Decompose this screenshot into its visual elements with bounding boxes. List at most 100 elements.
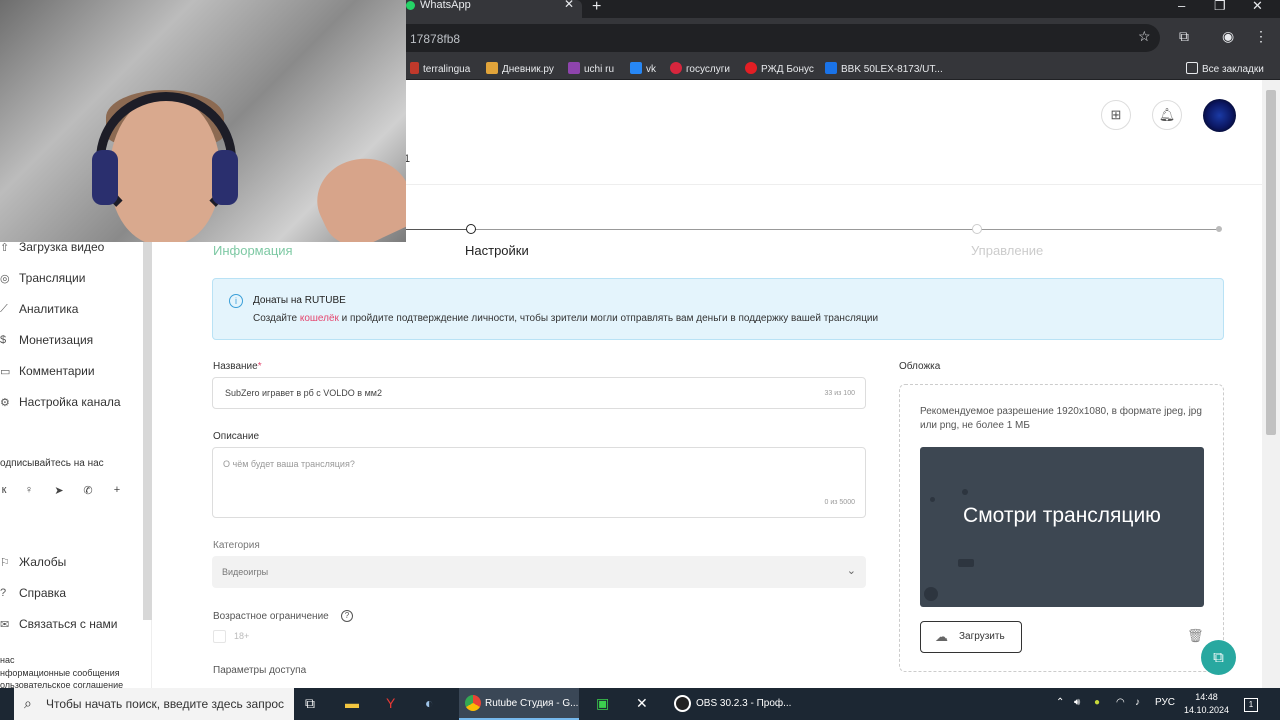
taskbar-app-chrome[interactable]: Rutube Студия - G... (459, 688, 579, 720)
page-scrollbar[interactable] (1262, 80, 1280, 688)
help-circle-icon[interactable]: ? (341, 610, 353, 622)
upload-cover-button[interactable]: ☁ Загрузить (920, 621, 1022, 653)
sidebar-item-monetization[interactable]: Монетизация (19, 333, 93, 347)
access-label: Параметры доступа (213, 665, 307, 676)
sidebar-item-analytics[interactable]: Аналитика (19, 302, 78, 316)
bookmark-item[interactable]: uchi ru (568, 62, 614, 75)
tab-whatsapp[interactable]: WhatsApp ✕ (400, 0, 582, 18)
obs-icon (674, 695, 691, 712)
close-tab-icon[interactable]: ✕ (564, 0, 574, 10)
settings-icon: ⚙ (0, 397, 10, 409)
cloud-upload-icon: ☁ (935, 629, 948, 644)
chat-icon: ⧉ (1213, 649, 1224, 666)
new-tab-button[interactable]: + (592, 0, 601, 16)
tray-app-icon[interactable]: ● (1094, 697, 1100, 708)
sidebar-item-upload[interactable]: Загрузка видео (19, 240, 104, 254)
broadcast-icon: ◎ (0, 273, 10, 285)
notifications-button[interactable]: 🔔︎ (1152, 100, 1182, 130)
close-window-icon[interactable]: ✕ (1252, 0, 1263, 14)
sidebar-scrollbar[interactable] (143, 185, 152, 620)
ok-social-icon[interactable]: ♀ (21, 484, 37, 500)
contact-icon: ✉ (0, 619, 10, 631)
meet-icon[interactable]: ▣ (596, 688, 609, 720)
name-input[interactable]: SubZero игравет в рб с VOLDO в мм2 33 из… (212, 377, 866, 409)
bookmark-item[interactable]: BBK 50LEX-8173/UT... (825, 62, 943, 75)
category-label: Категория (213, 540, 260, 551)
bookmark-star-icon[interactable]: ☆ (1138, 28, 1151, 45)
tab-title: WhatsApp (420, 0, 471, 11)
step-information[interactable]: Информация (213, 243, 293, 258)
all-bookmarks[interactable]: Все закладки (1186, 62, 1264, 75)
bookmark-item[interactable]: РЖД Бонус (745, 62, 814, 75)
taskbar-app-obs[interactable]: OBS 30.2.3 - Проф... (668, 688, 791, 720)
file-explorer-icon[interactable]: ▬ (345, 688, 359, 720)
bookmark-item[interactable]: Дневник.ру (486, 62, 554, 75)
age-18-label: 18+ (234, 631, 250, 641)
wifi-icon[interactable]: ◠ (1116, 697, 1125, 708)
search-icon: ⌕ (24, 695, 32, 711)
restore-icon[interactable]: ❐ (1214, 0, 1226, 14)
sidebar-item-help[interactable]: Справка (19, 586, 66, 600)
vk-social-icon[interactable]: к (0, 484, 12, 500)
category-select[interactable]: Видеоигры ⌄ (212, 556, 866, 588)
clock-date: 14.10.2024 (1184, 705, 1230, 715)
viber-social-icon[interactable]: ✆ (80, 484, 96, 500)
sidebar-item-reports[interactable]: Жалобы (19, 555, 66, 569)
language-indicator[interactable]: РУС (1155, 697, 1175, 708)
yandex-browser-icon[interactable]: Y (386, 688, 395, 720)
bookmark-item[interactable]: госуслуги (670, 62, 730, 75)
taskbar-search[interactable]: ⌕ Чтобы начать поиск, введите здесь запр… (14, 688, 294, 720)
profile-icon[interactable]: ◉ (1222, 28, 1234, 45)
bookmark-item[interactable]: terralingua (410, 62, 470, 75)
address-bar[interactable]: 17878fb8 (380, 24, 1160, 52)
tray-expand-icon[interactable]: ⌃ (1056, 697, 1064, 708)
telegram-social-icon[interactable]: ➤ (51, 484, 67, 500)
gosuslugi-icon (670, 62, 682, 74)
volume-icon[interactable]: 🔊︎ (1074, 697, 1080, 708)
menu-kebab-icon[interactable]: ⋮ (1254, 28, 1268, 45)
avatar[interactable] (1203, 99, 1236, 132)
task-view-icon[interactable]: ⧉ (305, 688, 315, 720)
app-icon[interactable]: ✕ (636, 688, 648, 720)
name-counter: 33 из 100 (824, 390, 855, 397)
cover-uploader: Рекомендуемое разрешение 1920x1080, в фо… (899, 384, 1224, 672)
scroll-thumb[interactable] (1266, 90, 1276, 435)
info-title: Донаты на RUTUBE (253, 295, 346, 306)
support-chat-button[interactable]: ⧉ (1201, 640, 1236, 675)
clock[interactable]: 14:48 14.10.2024 (1184, 691, 1229, 717)
notification-center-icon[interactable]: 1 (1244, 698, 1258, 712)
step-settings[interactable]: Настройки (465, 243, 529, 258)
footer-link[interactable]: нас (0, 655, 14, 665)
sidebar-item-channel-settings[interactable]: Настройка канала (19, 395, 121, 409)
report-icon: ⚐ (0, 557, 10, 569)
steam-icon[interactable]: ◐ (425, 688, 433, 720)
chevron-down-icon: ⌄ (846, 565, 856, 577)
step-dot-management (972, 224, 982, 234)
add-content-button[interactable]: ⊞ (1101, 100, 1131, 130)
more-social-icon[interactable]: + (109, 484, 125, 500)
description-input[interactable]: О чём будет ваша трансляция? 0 из 5000 (212, 447, 866, 518)
name-label: Название* (213, 361, 262, 372)
cover-speck (958, 559, 974, 567)
name-value: SubZero игравет в рб с VOLDO в мм2 (225, 388, 382, 398)
sidebar-item-streams[interactable]: Трансляции (19, 271, 85, 285)
search-placeholder: Чтобы начать поиск, введите здесь запрос (46, 697, 285, 711)
upload-label: Загрузить (959, 631, 1005, 642)
sidebar-item-contact[interactable]: Связаться с нами (19, 617, 117, 631)
sidebar-item-comments[interactable]: Комментарии (19, 364, 95, 378)
cover-preview-text: Смотри трансляцию (963, 504, 1161, 527)
step-management[interactable]: Управление (971, 243, 1043, 258)
plus-square-icon: ⊞ (1110, 107, 1122, 122)
info-text: Создайте кошелёк и пройдите подтверждени… (253, 313, 879, 324)
bookmark-item[interactable]: vk (630, 62, 656, 75)
age-18-checkbox[interactable] (213, 630, 226, 643)
trash-icon[interactable]: 🗑︎ (1187, 628, 1204, 644)
extensions-icon[interactable]: ⧉ (1179, 28, 1189, 45)
microphone-icon[interactable]: ♪ (1135, 697, 1140, 708)
cover-preview: Смотри трансляцию (920, 447, 1204, 607)
footer-link[interactable]: нформационные сообщения (0, 668, 120, 678)
sidebar: ⇧ Загрузка видео ◎ Трансляции ⟋ Аналитик… (0, 185, 152, 690)
wallet-link[interactable]: кошелёк (300, 313, 339, 324)
webcam-hand (304, 142, 406, 242)
minimize-icon[interactable]: – (1178, 0, 1185, 13)
